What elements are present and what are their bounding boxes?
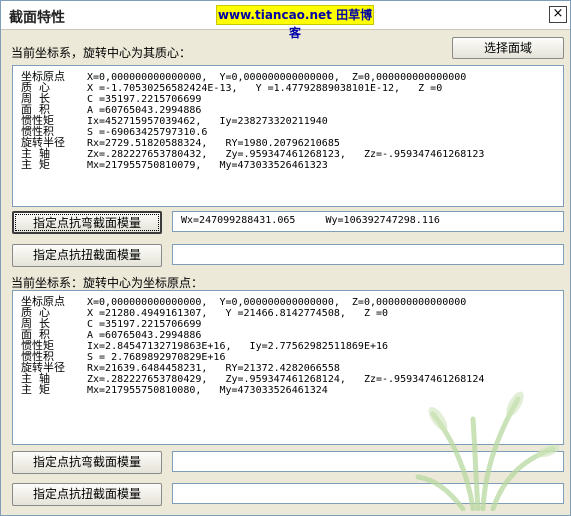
section2-row-6: 旋转半径 Rx=21639.6484458231, RY=21372.428206… [21, 361, 340, 374]
window-title: 截面特性 [9, 10, 65, 26]
section2-label: 当前坐标系：旋转中心为坐标原点： [11, 276, 204, 290]
grass-watermark-icon [415, 391, 560, 511]
section2-row-8: 主 矩 Mx=217955750810080, My=47303352646132… [21, 383, 328, 396]
select-region-button[interactable]: 选择面域 [452, 37, 564, 59]
section2-row-0: 坐标原点 X=0,000000000000000, Y=0,00000000000… [21, 295, 467, 308]
section1-label: 当前坐标系，旋转中心为其质心： [11, 46, 192, 60]
section2-row-1: 质 心X =21280.4949161307, Y =21466.8142774… [21, 306, 389, 319]
section1-row-0: 坐标原点 X=0,000000000000000, Y=0,00000000000… [21, 70, 467, 83]
section1-properties-panel: 坐标原点 X=0,000000000000000, Y=0,00000000000… [12, 65, 564, 207]
watermark-banner: www.tiancao.net 田草博客 [216, 5, 374, 40]
section1-row-6: 旋转半径 Rx=2729.51820588324, RY=1980.2079621… [21, 136, 340, 149]
section1-torsion-modulus-field[interactable] [172, 244, 564, 265]
section1-row-1: 质 心X =-1.70530256582424E-13, Y =1.477928… [21, 81, 443, 94]
section-properties-window: 截面特性 www.tiancao.net 田草博客 × 当前坐标系，旋转中心为其… [0, 0, 571, 516]
section1-row-4: 惯性矩 Ix=452715957039462, Iy=23827332021194… [21, 114, 328, 127]
section2-bending-modulus-button[interactable]: 指定点抗弯截面模量 [12, 451, 162, 474]
title-bar: 截面特性 www.tiancao.net 田草博客 × [1, 1, 570, 40]
section1-row-7: 主 轴 Zx=.282227653780432, Zy=.959347461268… [21, 147, 485, 160]
close-button[interactable]: × [549, 6, 567, 23]
section1-torsion-modulus-button[interactable]: 指定点抗扭截面模量 [12, 244, 162, 267]
section2-row-4: 惯性矩 Ix=2.84547132719863E+16, Iy=2.7756298… [21, 339, 389, 352]
section2-torsion-modulus-button[interactable]: 指定点抗扭截面模量 [12, 483, 162, 506]
section1-bending-modulus-button[interactable]: 指定点抗弯截面模量 [12, 211, 162, 234]
section1-bending-modulus-field[interactable]: Wx=247099288431.065 Wy=106392747298.116 [172, 211, 564, 232]
section1-row-8: 主 矩 Mx=217955750810079, My=47303352646132… [21, 158, 328, 171]
